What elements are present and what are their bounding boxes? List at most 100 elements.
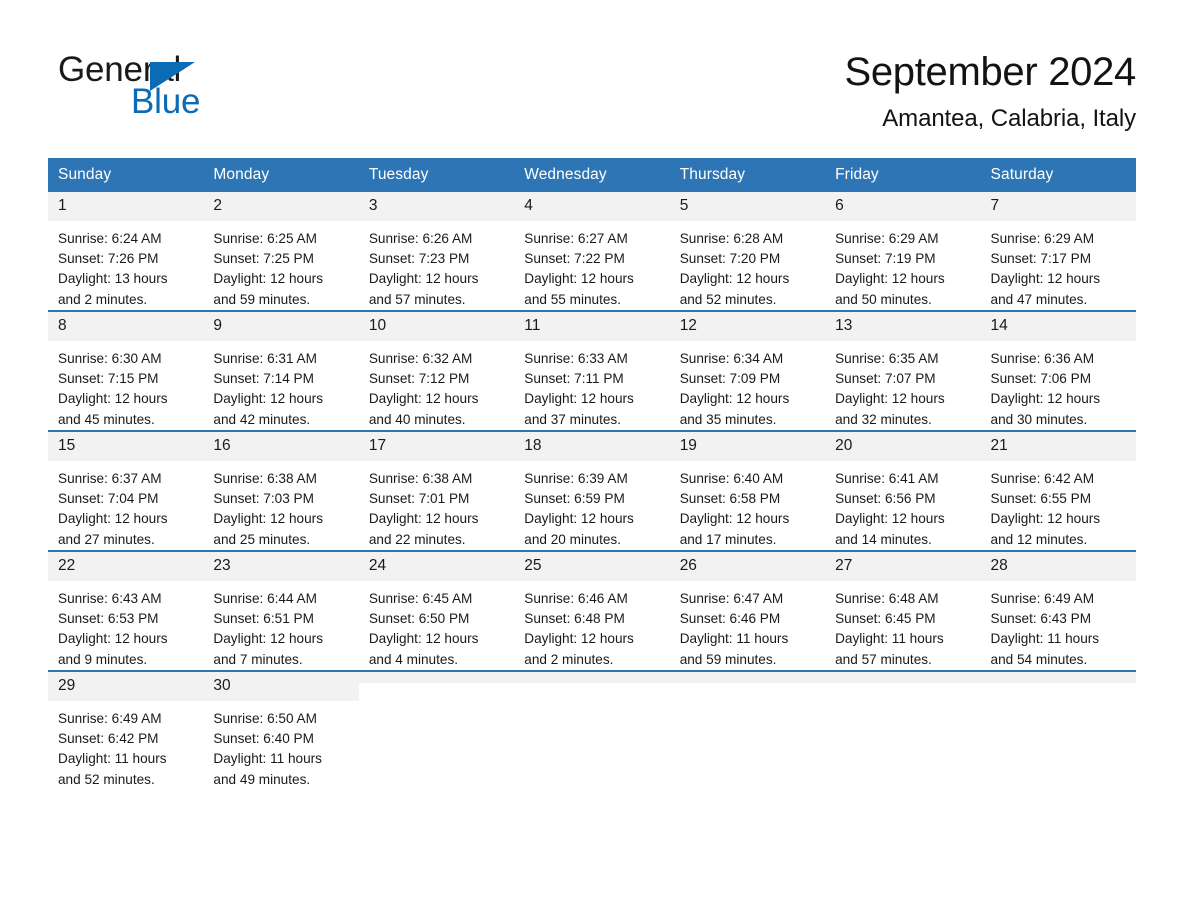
sunrise-text: Sunrise: 6:50 AM xyxy=(213,711,317,726)
calendar-day-cell[interactable]: 16 Sunrise: 6:38 AM Sunset: 7:03 PM Dayligh… xyxy=(203,430,359,551)
sunrise-text: Sunrise: 6:31 AM xyxy=(213,351,317,366)
day-number: 30 xyxy=(203,672,359,701)
day-number: 18 xyxy=(514,432,670,461)
sunset-text: Sunset: 6:53 PM xyxy=(58,611,159,627)
sunset-text: Sunset: 7:11 PM xyxy=(524,371,624,387)
day-number xyxy=(358,672,515,683)
calendar-day-cell[interactable]: 10 Sunrise: 6:32 AM Sunset: 7:12 PM Dayligh… xyxy=(358,310,515,431)
calendar-day-cell[interactable]: 20 Sunrise: 6:41 AM Sunset: 6:56 PM Dayligh… xyxy=(825,430,981,551)
day-details: Sunrise: 6:42 AM Sunset: 6:55 PM Daylight:… xyxy=(981,461,1136,550)
calendar-day-cell[interactable]: 6 Sunrise: 6:29 AM Sunset: 7:19 PM Daylight… xyxy=(825,192,981,311)
daylight-text-line2: and 25 minutes. xyxy=(213,531,311,547)
calendar-day-cell[interactable]: 8 Sunrise: 6:30 AM Sunset: 7:15 PM Daylight… xyxy=(48,310,204,431)
sunset-text: Sunset: 6:55 PM xyxy=(990,491,1092,507)
day-details: Sunrise: 6:38 AM Sunset: 7:01 PM Daylight:… xyxy=(359,461,514,550)
day-details: Sunrise: 6:29 AM Sunset: 7:17 PM Daylight:… xyxy=(981,221,1136,310)
calendar-day-cell[interactable]: 7 Sunrise: 6:29 AM Sunset: 7:17 PM Daylight… xyxy=(980,192,1136,311)
calendar-day-cell[interactable]: 17 Sunrise: 6:38 AM Sunset: 7:01 PM Dayligh… xyxy=(358,430,515,551)
weekday-header-row: Sunday Monday Tuesday Wednesday Thursday… xyxy=(48,158,1136,192)
calendar-day-cell-empty xyxy=(358,670,515,790)
day-number: 5 xyxy=(669,192,826,221)
sunset-text: Sunset: 6:50 PM xyxy=(368,611,470,627)
daylight-text-line2: and 52 minutes. xyxy=(679,291,777,307)
day-details: Sunrise: 6:49 AM Sunset: 6:43 PM Daylight:… xyxy=(981,581,1136,670)
calendar-day-cell[interactable]: 22 Sunrise: 6:43 AM Sunset: 6:53 PM Dayligh… xyxy=(48,550,204,671)
sunrise-text: Sunrise: 6:49 AM xyxy=(58,711,162,726)
sunset-text: Sunset: 7:09 PM xyxy=(679,371,781,387)
daylight-text-line1: Daylight: 12 hours xyxy=(524,391,634,407)
calendar-day-cell[interactable]: 29 Sunrise: 6:49 AM Sunset: 6:42 PM Dayligh… xyxy=(48,670,204,790)
calendar-day-cell[interactable]: 2 Sunrise: 6:25 AM Sunset: 7:25 PM Daylight… xyxy=(203,192,359,311)
calendar-day-cell[interactable]: 1 Sunrise: 6:24 AM Sunset: 7:26 PM Daylight… xyxy=(48,192,204,311)
day-number: 29 xyxy=(48,672,204,701)
daylight-text-line1: Daylight: 12 hours xyxy=(213,271,323,287)
calendar-day-cell[interactable]: 26 Sunrise: 6:47 AM Sunset: 6:46 PM Dayligh… xyxy=(669,550,826,671)
daylight-text-line2: and 12 minutes. xyxy=(990,531,1088,547)
day-number: 11 xyxy=(514,312,670,341)
day-details: Sunrise: 6:41 AM Sunset: 6:56 PM Daylight:… xyxy=(825,461,980,550)
day-details: Sunrise: 6:32 AM Sunset: 7:12 PM Daylight:… xyxy=(359,341,514,430)
sunset-text: Sunset: 7:14 PM xyxy=(213,371,314,387)
daylight-text-line1: Daylight: 12 hours xyxy=(368,271,479,287)
calendar-day-cell[interactable]: 9 Sunrise: 6:31 AM Sunset: 7:14 PM Daylight… xyxy=(203,310,359,431)
sunrise-text: Sunrise: 6:41 AM xyxy=(835,471,939,486)
calendar-day-cell[interactable]: 24 Sunrise: 6:45 AM Sunset: 6:50 PM Dayligh… xyxy=(358,550,515,671)
calendar-day-cell[interactable]: 19 Sunrise: 6:40 AM Sunset: 6:58 PM Dayligh… xyxy=(669,430,826,551)
calendar-day-cell[interactable]: 21 Sunrise: 6:42 AM Sunset: 6:55 PM Dayligh… xyxy=(980,430,1136,551)
sunset-text: Sunset: 7:23 PM xyxy=(368,251,470,267)
daylight-text-line2: and 50 minutes. xyxy=(835,291,932,307)
calendar-day-cell[interactable]: 23 Sunrise: 6:44 AM Sunset: 6:51 PM Dayligh… xyxy=(203,550,359,671)
sunrise-text: Sunrise: 6:35 AM xyxy=(835,351,939,366)
daylight-text-line1: Daylight: 12 hours xyxy=(990,391,1101,407)
general-blue-logo[interactable]: General Blue xyxy=(58,52,358,132)
day-details: Sunrise: 6:29 AM Sunset: 7:19 PM Daylight:… xyxy=(825,221,980,310)
sunset-text: Sunset: 7:17 PM xyxy=(990,251,1092,267)
sunrise-text: Sunrise: 6:24 AM xyxy=(58,231,162,246)
sunrise-text: Sunrise: 6:30 AM xyxy=(58,351,162,366)
calendar-week-row: 8 Sunrise: 6:30 AM Sunset: 7:15 PM Daylight… xyxy=(48,310,1136,431)
calendar-day-cell[interactable]: 12 Sunrise: 6:34 AM Sunset: 7:09 PM Dayligh… xyxy=(669,310,826,431)
calendar-day-cell[interactable]: 13 Sunrise: 6:35 AM Sunset: 7:07 PM Dayligh… xyxy=(825,310,981,431)
sunset-text: Sunset: 7:20 PM xyxy=(679,251,781,267)
daylight-text-line2: and 57 minutes. xyxy=(835,651,932,667)
daylight-text-line1: Daylight: 12 hours xyxy=(213,511,323,527)
calendar-day-cell[interactable]: 15 Sunrise: 6:37 AM Sunset: 7:04 PM Dayligh… xyxy=(48,430,204,551)
daylight-text-line2: and 45 minutes. xyxy=(58,411,155,427)
sunset-text: Sunset: 7:01 PM xyxy=(368,491,470,507)
daylight-text-line1: Daylight: 12 hours xyxy=(213,391,323,407)
sunrise-text: Sunrise: 6:32 AM xyxy=(368,351,473,366)
daylight-text-line2: and 9 minutes. xyxy=(58,651,148,667)
calendar-day-cell[interactable]: 27 Sunrise: 6:48 AM Sunset: 6:45 PM Dayligh… xyxy=(825,550,981,671)
day-details: Sunrise: 6:44 AM Sunset: 6:51 PM Daylight:… xyxy=(203,581,358,670)
daylight-text-line2: and 59 minutes. xyxy=(679,651,777,667)
day-number: 17 xyxy=(358,432,515,461)
weekday-header-monday: Monday xyxy=(203,158,359,192)
calendar-day-cell[interactable]: 25 Sunrise: 6:46 AM Sunset: 6:48 PM Dayligh… xyxy=(514,550,670,671)
sunset-text: Sunset: 7:22 PM xyxy=(524,251,625,267)
calendar-day-cell[interactable]: 4 Sunrise: 6:27 AM Sunset: 7:22 PM Daylight… xyxy=(514,192,670,311)
calendar-day-cell[interactable]: 30 Sunrise: 6:50 AM Sunset: 6:40 PM Dayligh… xyxy=(203,670,359,790)
daylight-text-line1: Daylight: 12 hours xyxy=(990,511,1101,527)
calendar-week-row: 15 Sunrise: 6:37 AM Sunset: 7:04 PM Dayligh… xyxy=(48,430,1136,551)
daylight-text-line2: and 35 minutes. xyxy=(679,411,777,427)
calendar-day-cell[interactable]: 18 Sunrise: 6:39 AM Sunset: 6:59 PM Dayligh… xyxy=(514,430,670,551)
daylight-text-line1: Daylight: 12 hours xyxy=(58,511,168,527)
sunrise-text: Sunrise: 6:25 AM xyxy=(213,231,317,246)
day-number xyxy=(669,672,826,683)
calendar-day-cell-empty xyxy=(825,670,981,790)
calendar-day-cell[interactable]: 11 Sunrise: 6:33 AM Sunset: 7:11 PM Dayligh… xyxy=(514,310,670,431)
day-details: Sunrise: 6:31 AM Sunset: 7:14 PM Daylight:… xyxy=(203,341,358,430)
day-details: Sunrise: 6:37 AM Sunset: 7:04 PM Daylight:… xyxy=(48,461,203,550)
calendar-day-cell[interactable]: 14 Sunrise: 6:36 AM Sunset: 7:06 PM Dayligh… xyxy=(980,310,1136,431)
calendar-day-cell[interactable]: 28 Sunrise: 6:49 AM Sunset: 6:43 PM Dayligh… xyxy=(980,550,1136,671)
calendar-head: Sunday Monday Tuesday Wednesday Thursday… xyxy=(48,158,1136,192)
daylight-text-line2: and 2 minutes. xyxy=(58,291,148,307)
day-number: 26 xyxy=(669,552,826,581)
calendar-day-cell[interactable]: 3 Sunrise: 6:26 AM Sunset: 7:23 PM Daylight… xyxy=(358,192,515,311)
sunrise-text: Sunrise: 6:38 AM xyxy=(368,471,473,486)
daylight-text-line1: Daylight: 11 hours xyxy=(679,631,789,647)
day-details: Sunrise: 6:40 AM Sunset: 6:58 PM Daylight:… xyxy=(670,461,825,550)
daylight-text-line1: Daylight: 12 hours xyxy=(524,511,634,527)
calendar-day-cell[interactable]: 5 Sunrise: 6:28 AM Sunset: 7:20 PM Daylight… xyxy=(669,192,826,311)
sunset-text: Sunset: 7:19 PM xyxy=(835,251,936,267)
